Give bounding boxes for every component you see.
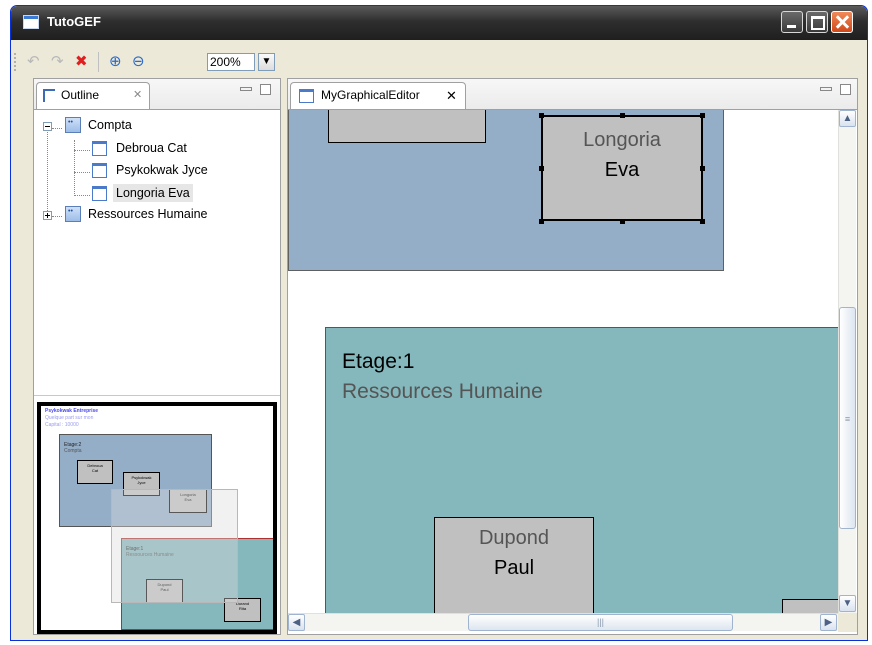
overview-text: Compta xyxy=(64,448,82,454)
employee-last-name: Paul xyxy=(493,557,535,579)
vertical-scroll-thumb[interactable]: ≡ xyxy=(839,307,856,529)
tree-item-compta[interactable]: Compta xyxy=(34,116,274,134)
overview-text: Capital : 10000 xyxy=(45,422,79,428)
employee-first-name: Longoria xyxy=(583,129,661,151)
tree-label: Psykokwak Jyce xyxy=(116,163,208,177)
tree-label: Compta xyxy=(88,118,132,132)
zoom-level-combo[interactable]: 200% xyxy=(207,53,255,71)
service-icon xyxy=(65,117,81,133)
editor-tab-label: MyGraphicalEditor xyxy=(321,88,420,102)
outline-tabbar: Outline ✕ xyxy=(34,79,280,110)
scroll-left-button[interactable]: ◀ xyxy=(288,614,305,631)
maximize-view-icon[interactable] xyxy=(260,84,271,95)
diagram-canvas[interactable]: Longoria Eva Etage:1 Ressources Humaine … xyxy=(288,110,838,613)
editor-file-icon xyxy=(299,89,314,103)
outline-tree: Compta Debroua Cat Psykokwak Jyce Longor… xyxy=(34,110,279,395)
tree-item-employee[interactable]: Debroua Cat xyxy=(34,139,274,157)
editor-tabbar: MyGraphicalEditor ✕ xyxy=(288,79,857,110)
selection-handle[interactable] xyxy=(620,113,625,118)
overview-viewport-rectangle[interactable] xyxy=(111,489,238,603)
maximize-button[interactable] xyxy=(806,11,828,33)
horizontal-scroll-thumb[interactable]: ||| xyxy=(468,614,733,631)
toolbar-separator xyxy=(98,52,99,72)
service-icon xyxy=(65,206,81,222)
tree-item-ressources-humaine[interactable]: Ressources Humaine xyxy=(34,205,274,223)
tree-item-employee-selected[interactable]: Longoria Eva xyxy=(34,184,274,202)
overview-text: Quelque part sur mon xyxy=(45,415,94,421)
tree-item-employee[interactable]: Psykokwak Jyce xyxy=(34,161,274,179)
scrollbar-corner xyxy=(838,613,857,632)
employee-figure[interactable] xyxy=(328,110,486,143)
tab-my-graphical-editor[interactable]: MyGraphicalEditor ✕ xyxy=(290,82,466,109)
minimize-view-icon[interactable] xyxy=(820,87,832,91)
outline-view: Outline ✕ Compta Debroua Cat xyxy=(33,78,281,635)
vertical-scrollbar[interactable]: ▲ ≡ ▼ xyxy=(838,110,856,613)
minimize-view-icon[interactable] xyxy=(240,87,252,91)
graphical-editor: MyGraphicalEditor ✕ Longoria Eva Etage:1 xyxy=(287,78,858,635)
delete-icon[interactable]: ✖ xyxy=(75,53,88,71)
chevron-down-icon[interactable]: ▼ xyxy=(258,53,275,71)
tree-label: Longoria Eva xyxy=(113,184,193,202)
service-name: Ressources Humaine xyxy=(342,380,543,403)
main-toolbar: ↶ ↷ ✖ ⊕ ⊖ 200% ▼ xyxy=(11,40,867,78)
overview-employee: Debroua Cat xyxy=(77,460,113,484)
tree-label: Debroua Cat xyxy=(116,141,187,155)
diagram-overview[interactable]: Psykokwak Entreprise Quelque part sur mo… xyxy=(37,402,277,634)
horizontal-scrollbar[interactable]: ◀ ||| ▶ xyxy=(288,613,838,631)
selection-handle[interactable] xyxy=(700,113,705,118)
minimize-button[interactable] xyxy=(781,11,803,33)
outline-view-icon xyxy=(43,89,55,102)
close-tab-icon[interactable]: ✕ xyxy=(446,83,457,108)
selection-handle[interactable] xyxy=(539,219,544,224)
redo-icon[interactable]: ↷ xyxy=(51,53,64,71)
employee-icon xyxy=(92,186,107,201)
toolbar-grip xyxy=(14,53,18,71)
employee-figure-selected[interactable]: Longoria Eva xyxy=(541,115,703,221)
expand-icon[interactable] xyxy=(43,211,52,220)
overview-text: Psykokwak Entreprise xyxy=(45,408,99,414)
close-window-button[interactable] xyxy=(831,11,853,33)
employee-icon xyxy=(92,163,107,178)
title-bar[interactable]: TutoGEF xyxy=(11,6,867,40)
app-window: TutoGEF ↶ ↷ ✖ ⊕ ⊖ 200% ▼ Outline ✕ •• Co… xyxy=(10,5,868,641)
selection-handle[interactable] xyxy=(539,113,544,118)
selection-handle[interactable] xyxy=(539,166,544,171)
employee-first-name: Dupond xyxy=(478,527,550,549)
selection-handle[interactable] xyxy=(700,166,705,171)
outline-tab-label: Outline xyxy=(61,88,100,102)
selection-handle[interactable] xyxy=(700,219,705,224)
scroll-right-button[interactable]: ▶ xyxy=(820,614,837,631)
view-divider xyxy=(34,395,280,396)
zoom-in-icon[interactable]: ⊕ xyxy=(109,53,122,71)
maximize-view-icon[interactable] xyxy=(840,84,851,95)
employee-figure[interactable]: Dupond Paul xyxy=(434,517,594,613)
scroll-down-button[interactable]: ▼ xyxy=(839,595,856,612)
service-etage: Etage:1 xyxy=(342,350,415,373)
scroll-up-button[interactable]: ▲ xyxy=(839,110,856,127)
employee-last-name: Eva xyxy=(604,159,640,181)
employee-icon xyxy=(92,141,107,156)
employee-figure[interactable] xyxy=(782,599,838,613)
tree-label: Ressources Humaine xyxy=(88,207,208,221)
tab-outline[interactable]: Outline ✕ xyxy=(36,82,150,109)
window-title: TutoGEF xyxy=(47,14,101,29)
selection-handle[interactable] xyxy=(620,219,625,224)
collapse-icon[interactable] xyxy=(43,122,52,131)
close-tab-icon[interactable]: ✕ xyxy=(133,83,142,108)
undo-icon[interactable]: ↶ xyxy=(27,53,40,71)
zoom-out-icon[interactable]: ⊖ xyxy=(132,53,145,71)
app-window-icon xyxy=(23,15,39,29)
